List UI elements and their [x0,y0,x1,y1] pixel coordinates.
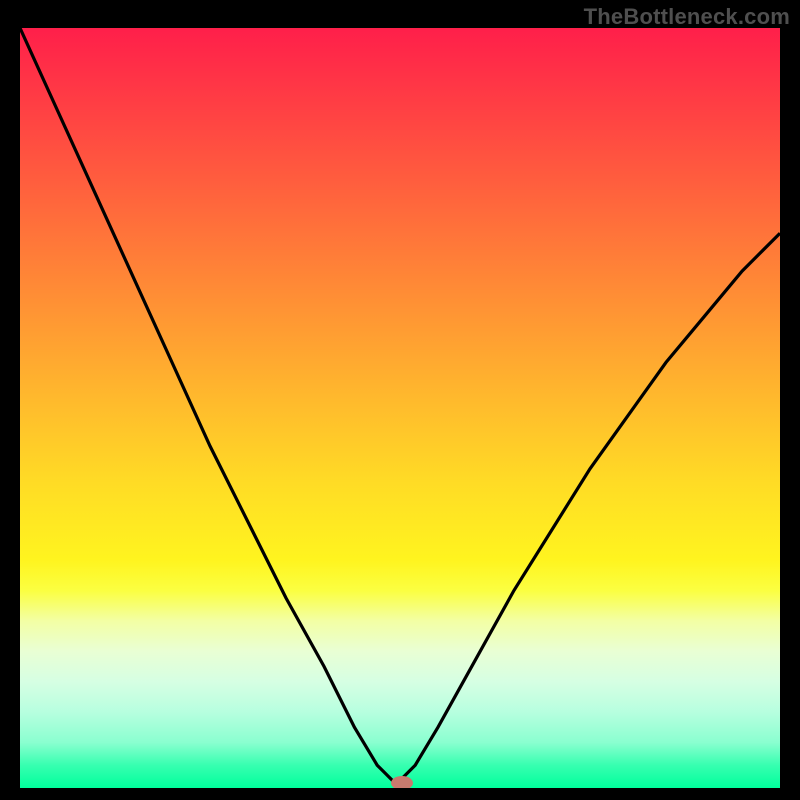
curve-path [20,28,780,784]
watermark-text: TheBottleneck.com [584,4,790,30]
plot-area [20,28,780,788]
bottleneck-curve [20,28,780,788]
vertex-marker-icon [391,776,413,788]
chart-frame: TheBottleneck.com [0,0,800,800]
